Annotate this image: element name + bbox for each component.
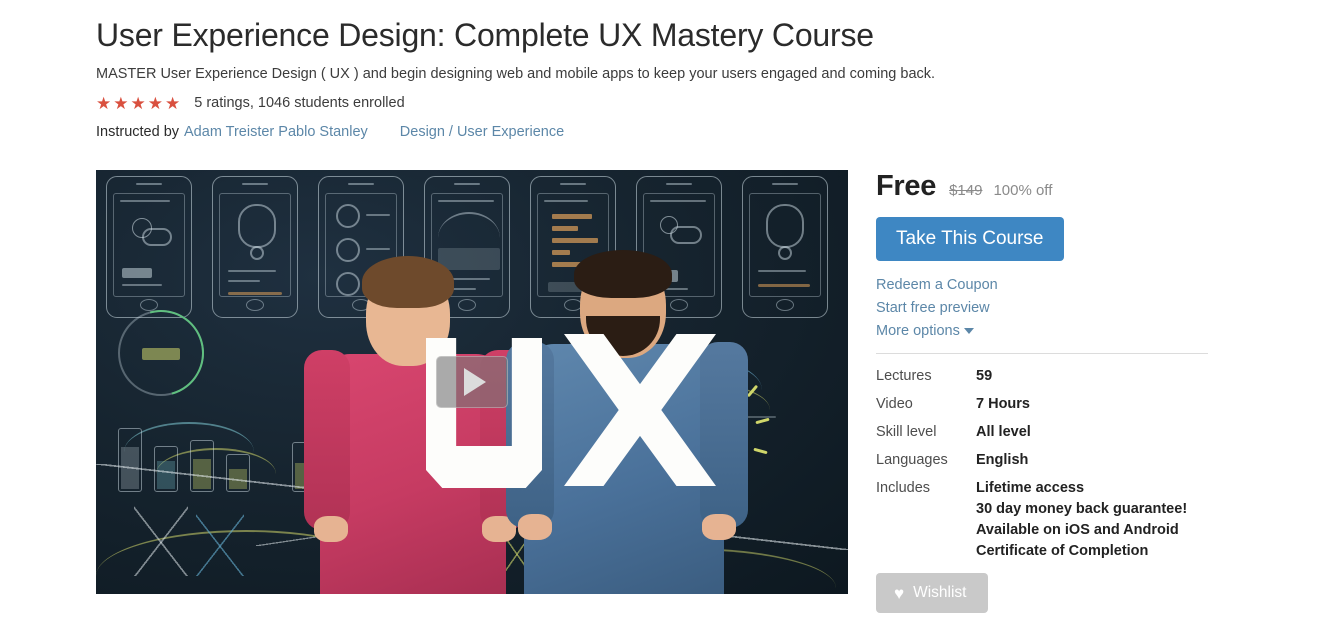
detail-key: Skill level [876, 424, 937, 440]
detail-value-line: Available on iOS and Android [976, 522, 1179, 538]
detail-value-line: Certificate of Completion [976, 543, 1149, 559]
star-rating: ★ ★ ★ ★ ★ [96, 95, 180, 112]
detail-value-line: 30 day money back guarantee! [976, 501, 1188, 517]
instructor-photo-left [292, 244, 532, 594]
detail-value-line: All level [976, 424, 1031, 440]
course-details-table: Lectures 59 Video 7 Hours Skill level Al… [876, 368, 1210, 571]
detail-value-line: 7 Hours [976, 396, 1030, 412]
detail-key: Includes [876, 480, 931, 496]
original-price: $149 [949, 182, 983, 199]
course-header: User Experience Design: Complete UX Mast… [96, 14, 1196, 140]
wishlist-button[interactable]: ♥ Wishlist [876, 573, 989, 613]
rating-row: ★ ★ ★ ★ ★ 5 ratings, 1046 students enrol… [96, 94, 1196, 112]
detail-key: Languages [876, 452, 948, 468]
star-icon: ★ [96, 93, 112, 113]
current-price: Free [876, 170, 937, 202]
discount-label: 100% off [993, 182, 1053, 199]
start-free-preview-link[interactable]: Start free preview [876, 300, 990, 316]
instructor-link[interactable]: Adam Treister Pablo Stanley [184, 124, 368, 140]
detail-key: Lectures [876, 368, 932, 384]
price-row: Free $149 100% off [876, 170, 1210, 203]
detail-value: 59 [976, 368, 1210, 396]
more-options-label: More options [876, 323, 960, 339]
course-landing-page: User Experience Design: Complete UX Mast… [0, 0, 1336, 624]
page-title: User Experience Design: Complete UX Mast… [96, 17, 874, 53]
table-row: Video 7 Hours [876, 396, 1210, 424]
sidebar-divider [876, 353, 1208, 354]
detail-value: All level [976, 424, 1210, 452]
category-link[interactable]: Design [400, 124, 445, 140]
star-icon: ★ [165, 93, 181, 113]
redeem-coupon-link[interactable]: Redeem a Coupon [876, 277, 998, 293]
table-row: Skill level All level [876, 424, 1210, 452]
detail-value-line: English [976, 452, 1029, 468]
take-this-course-button[interactable]: Take This Course [876, 217, 1064, 261]
table-row: Includes Lifetime access 30 day money ba… [876, 480, 1210, 571]
heart-icon: ♥ [894, 583, 905, 603]
detail-key: Video [876, 396, 913, 412]
chalk-phone-profile-2 [742, 176, 828, 318]
ratings-count-text: 5 ratings, 1046 students enrolled [194, 95, 405, 111]
course-subtitle: MASTER User Experience Design ( UX ) and… [96, 66, 936, 82]
subcategory-link[interactable]: User Experience [457, 124, 564, 140]
category-separator: / [448, 124, 453, 140]
star-icon: ★ [130, 93, 146, 113]
chalk-phone-weather [106, 176, 192, 318]
star-icon: ★ [113, 93, 129, 113]
more-options-link[interactable]: More options [876, 323, 974, 339]
table-row: Lectures 59 [876, 368, 1210, 396]
caret-down-icon [963, 328, 974, 335]
wishlist-label: Wishlist [913, 584, 967, 601]
play-triangle-icon [463, 368, 486, 396]
chalk-progress-label [142, 348, 180, 360]
star-icon: ★ [147, 93, 163, 113]
chalk-phone-profile [212, 176, 298, 318]
detail-value: 7 Hours [976, 396, 1210, 424]
detail-value-line: 59 [976, 368, 993, 384]
play-button[interactable] [436, 356, 508, 408]
secondary-actions: Redeem a Coupon Start free preview More … [876, 277, 1210, 339]
instructed-by-label: Instructed by [96, 124, 180, 140]
table-row: Languages English [876, 452, 1210, 480]
detail-value-line: Lifetime access [976, 480, 1085, 496]
course-purchase-sidebar: Free $149 100% off Take This Course Rede… [876, 170, 1210, 613]
detail-value: Lifetime access 30 day money back guaran… [976, 480, 1210, 571]
detail-value: English [976, 452, 1210, 480]
course-promo-video[interactable] [96, 170, 848, 594]
instructed-by-row: Instructed by Adam Treister Pablo Stanle… [96, 124, 1196, 140]
